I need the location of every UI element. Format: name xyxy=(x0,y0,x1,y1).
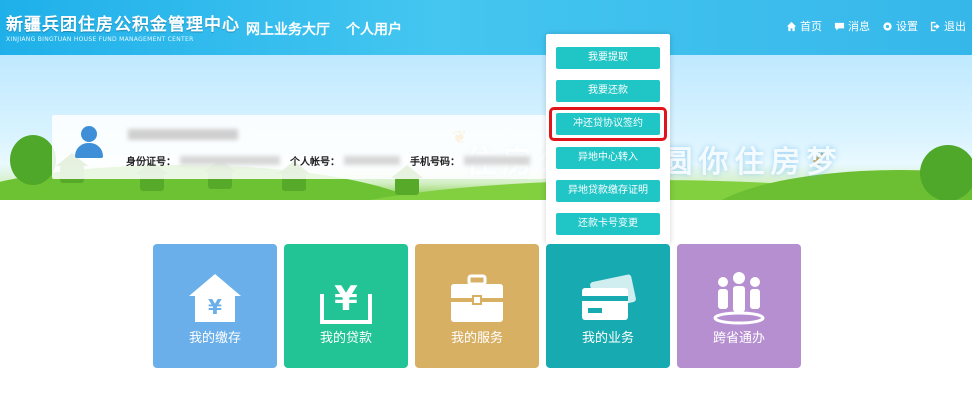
cards-icon xyxy=(582,274,636,320)
tile-label: 我的服务 xyxy=(450,331,503,346)
tile-my-deposit[interactable]: ¥ 我的缴存 xyxy=(153,244,277,368)
svg-text:¥: ¥ xyxy=(334,279,358,319)
menu-item-repay[interactable]: 我要还款 xyxy=(556,80,660,102)
gear-icon xyxy=(883,21,892,31)
toolbox-icon xyxy=(451,274,503,322)
message-link[interactable]: 消息 xyxy=(834,18,870,34)
logout-icon xyxy=(930,21,940,31)
settings-link[interactable]: 设置 xyxy=(882,18,918,34)
yen-tray-icon: ¥ xyxy=(320,279,372,324)
banner-house xyxy=(391,165,423,195)
banner-tree xyxy=(920,145,972,200)
top-header: 新疆兵团住房公积金管理中心 XINJIANG BINGTUAN HOUSE FU… xyxy=(0,0,972,55)
menu-item-remote-loan-certificate[interactable]: 异地贷款缴存证明 xyxy=(556,180,660,202)
home-link-label: 首页 xyxy=(800,20,822,33)
tile-label: 我的贷款 xyxy=(319,331,372,346)
user-name xyxy=(128,129,238,140)
phone-value xyxy=(464,156,530,165)
house-yen-icon: ¥ xyxy=(189,274,241,322)
banner-tree xyxy=(10,135,56,185)
menu-item-withdraw[interactable]: 我要提取 xyxy=(556,47,660,69)
nav-online-hall[interactable]: 网上业务大厅 xyxy=(246,19,330,39)
business-dropdown-menu: 我要提取 我要还款 冲还贷协议签约 异地中心转入 异地贷款缴存证明 还款卡号变更 xyxy=(546,34,670,244)
id-number-value xyxy=(180,156,280,165)
tile-my-service[interactable]: 我的服务 xyxy=(415,244,539,368)
logout-link-label: 退出 xyxy=(944,20,966,33)
id-number-label: 身份证号： xyxy=(126,157,176,168)
home-icon xyxy=(786,21,797,31)
brand-logo[interactable]: 新疆兵团住房公积金管理中心 XINJIANG BINGTUAN HOUSE FU… xyxy=(6,10,240,43)
avatar-icon xyxy=(74,126,104,160)
account-label: 个人帐号： xyxy=(290,157,340,168)
tile-label: 跨省通办 xyxy=(712,331,765,346)
tile-cross-province[interactable]: 跨省通办 xyxy=(677,244,801,368)
top-links: 首页 消息 设置 退出 xyxy=(786,18,966,34)
main-nav: 网上业务大厅 个人用户 xyxy=(246,19,402,39)
brand-title: 新疆兵团住房公积金管理中心 xyxy=(6,15,240,35)
message-icon xyxy=(834,22,845,31)
tile-my-business[interactable]: 我的业务 xyxy=(546,244,670,368)
phone-label: 手机号码： xyxy=(410,157,460,168)
tile-label: 我的缴存 xyxy=(188,331,241,346)
menu-item-remote-transfer-in[interactable]: 异地中心转入 xyxy=(556,147,660,169)
page: 新疆兵团住房公积金管理中心 XINJIANG BINGTUAN HOUSE FU… xyxy=(0,0,972,404)
people-icon xyxy=(713,272,765,325)
home-link[interactable]: 首页 xyxy=(786,18,822,34)
user-id-row: 身份证号： 个人帐号： 手机号码： xyxy=(126,153,540,168)
banner: ❦ ❦ 住房公积金 圆你住房梦 身份证号： 个人帐号： 手机号码： xyxy=(0,55,972,200)
logout-link[interactable]: 退出 xyxy=(930,18,966,34)
menu-item-offset-loan-agreement[interactable]: 冲还贷协议签约 xyxy=(556,113,660,135)
tile-label: 我的业务 xyxy=(581,331,634,346)
brand-subtitle: XINJIANG BINGTUAN HOUSE FUND MANAGEMENT … xyxy=(6,36,194,43)
nav-personal-user[interactable]: 个人用户 xyxy=(346,19,402,39)
account-value xyxy=(344,156,400,165)
menu-item-repayment-card-change[interactable]: 还款卡号变更 xyxy=(556,213,660,235)
tile-my-loan[interactable]: ¥ 我的贷款 xyxy=(284,244,408,368)
settings-link-label: 设置 xyxy=(896,20,918,33)
user-info-card: 身份证号： 个人帐号： 手机号码： xyxy=(52,115,546,179)
svg-text:¥: ¥ xyxy=(208,295,222,319)
message-link-label: 消息 xyxy=(848,20,870,33)
